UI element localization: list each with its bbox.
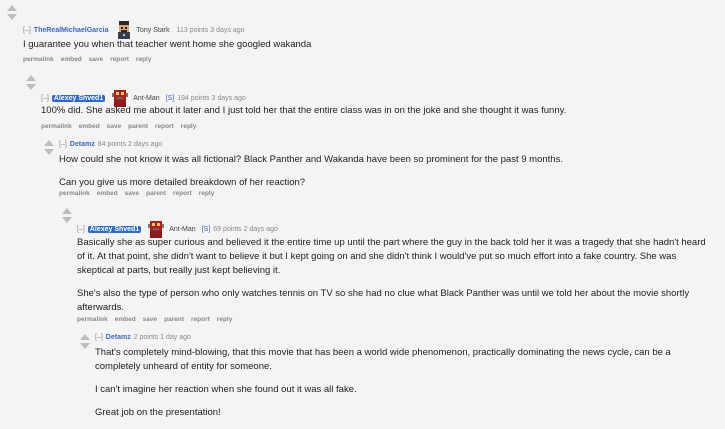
comment-paragraph: Great job on the presentation! <box>95 407 221 418</box>
report-button[interactable]: report <box>191 316 210 323</box>
comment-tagline: [–] TheRealMichaelGarcia Tony Stark 113 … <box>23 21 245 39</box>
author-link[interactable]: Alexey Shved1 <box>51 94 106 102</box>
report-button[interactable]: report <box>173 190 192 197</box>
comment-tagline: [–] Detamz 2 points 1 day ago <box>95 334 191 341</box>
collapse-toggle[interactable]: [–] <box>59 141 67 148</box>
comment-buttons: permalink embed save report reply <box>23 56 158 63</box>
upvote-arrow-icon[interactable] <box>7 5 17 11</box>
vote-arrows <box>25 75 37 90</box>
score-and-time: 113 points 3 days ago <box>176 26 245 34</box>
permalink-button[interactable]: permalink <box>77 316 108 323</box>
author-link[interactable]: Detamz <box>70 141 95 148</box>
downvote-arrow-icon[interactable] <box>62 217 72 223</box>
upvote-arrow-icon[interactable] <box>62 208 72 214</box>
comment-paragraph: She's also the type of person who only w… <box>77 288 690 313</box>
upvote-arrow-icon[interactable] <box>26 75 36 81</box>
permalink-button[interactable]: permalink <box>41 123 72 130</box>
comment-tagline: [–] Detamz 84 points 2 days ago <box>59 141 162 148</box>
report-button[interactable]: report <box>110 56 129 63</box>
comment-body: That's completely mind-blowing, that thi… <box>95 346 715 429</box>
embed-button[interactable]: embed <box>61 56 82 63</box>
comment-paragraph: I can't imagine her reaction when she fo… <box>95 384 357 395</box>
comment-paragraph: Can you give us more detailed breakdown … <box>59 177 306 188</box>
collapse-toggle[interactable]: [–] <box>95 334 103 341</box>
collapse-toggle[interactable]: [–] <box>41 95 49 102</box>
score-and-time: 2 points 1 day ago <box>133 334 191 341</box>
tony-stark-flair-icon <box>115 21 133 39</box>
author-flair: Ant-Man <box>133 94 160 102</box>
comment-paragraph: How could she not know it was all fictio… <box>59 154 563 165</box>
vote-arrows <box>6 5 18 20</box>
parent-button[interactable]: parent <box>164 316 184 323</box>
comment-paragraph: 100% did. She asked me about it later an… <box>41 105 567 116</box>
embed-button[interactable]: embed <box>97 190 118 197</box>
reply-button[interactable]: reply <box>181 123 197 130</box>
report-button[interactable]: report <box>155 123 174 130</box>
vote-arrows <box>43 140 55 155</box>
comment-buttons: permalink embed save parent report reply <box>41 123 203 130</box>
collapse-toggle[interactable]: [–] <box>23 27 31 34</box>
save-button[interactable]: save <box>143 316 157 323</box>
downvote-arrow-icon[interactable] <box>7 14 17 20</box>
score-and-time: 84 points 2 days ago <box>97 141 163 148</box>
parent-button[interactable]: parent <box>128 123 148 130</box>
author-flair: Tony Stark <box>136 26 170 34</box>
embed-button[interactable]: embed <box>79 123 100 130</box>
upvote-arrow-icon[interactable] <box>44 140 54 146</box>
author-link[interactable]: Alexey Shved1 <box>87 225 142 233</box>
comment-paragraph: Basically she as super curious and belie… <box>77 237 706 276</box>
score-and-time: 69 points 2 days ago <box>213 225 278 233</box>
downvote-arrow-icon[interactable] <box>44 149 54 155</box>
reply-button[interactable]: reply <box>136 56 152 63</box>
comment-thread: { "comments": [ { "toggle": "[–]", "auth… <box>0 0 725 418</box>
reply-button[interactable]: reply <box>199 190 215 197</box>
upvote-arrow-icon[interactable] <box>80 334 90 340</box>
comment-paragraph: That's completely mind-blowing, that thi… <box>95 347 671 372</box>
save-button[interactable]: save <box>125 190 139 197</box>
author-link[interactable]: Detamz <box>106 334 131 341</box>
submitter-badge[interactable]: [S] <box>166 95 175 102</box>
comment-body: Basically she as super curious and belie… <box>77 236 712 324</box>
parent-button[interactable]: parent <box>146 190 166 197</box>
collapse-toggle[interactable]: [–] <box>77 226 85 233</box>
score-and-time: 194 points 3 days ago <box>177 94 246 102</box>
submitter-badge[interactable]: [S] <box>202 226 211 233</box>
embed-button[interactable]: embed <box>115 316 136 323</box>
author-flair: Ant-Man <box>169 225 196 233</box>
downvote-arrow-icon[interactable] <box>80 343 90 349</box>
vote-arrows <box>61 208 73 223</box>
author-link[interactable]: TheRealMichaelGarcia <box>34 27 109 34</box>
comment-paragraph: I guarantee you when that teacher went h… <box>23 39 312 50</box>
vote-arrows <box>79 334 91 349</box>
comment-buttons: permalink embed save parent report reply <box>59 190 221 197</box>
save-button[interactable]: save <box>107 123 121 130</box>
permalink-button[interactable]: permalink <box>23 56 54 63</box>
save-button[interactable]: save <box>89 56 103 63</box>
comment-buttons: permalink embed save parent report reply <box>77 316 239 323</box>
permalink-button[interactable]: permalink <box>59 190 90 197</box>
downvote-arrow-icon[interactable] <box>26 84 36 90</box>
reply-button[interactable]: reply <box>217 316 233 323</box>
